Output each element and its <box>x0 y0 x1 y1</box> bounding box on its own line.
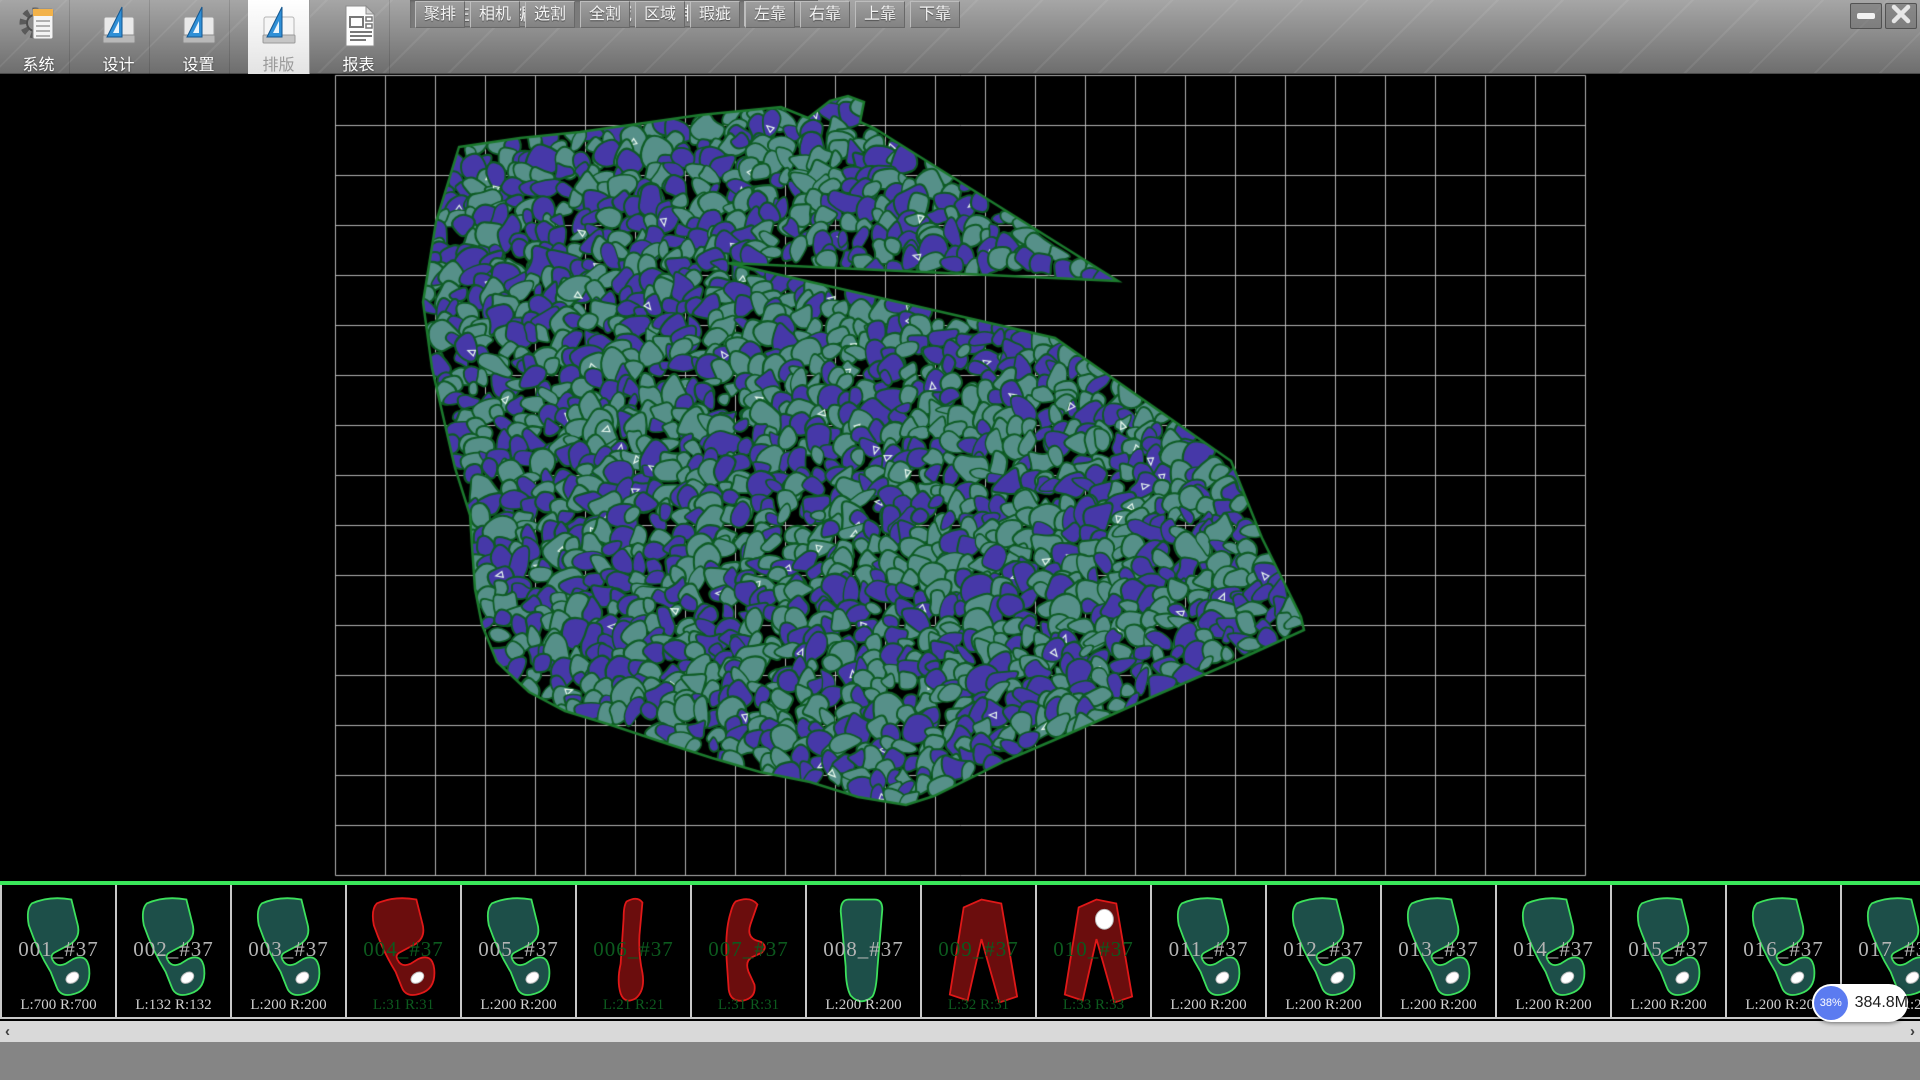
nesting-canvas[interactable] <box>0 74 1920 881</box>
tool-button-region[interactable]: 区域 <box>635 1 685 28</box>
memory-value-label: 384.8M <box>1855 994 1908 1012</box>
tool-button-align-left[interactable]: 左靠 <box>745 1 795 28</box>
piece-shape <box>1620 887 1719 1015</box>
thumbnail-cell[interactable]: 013_#37L:200 R:200 <box>1382 885 1497 1017</box>
tool-button-defect[interactable]: 瑕疵 <box>690 1 740 28</box>
piece-shape <box>470 887 569 1015</box>
piece-shape <box>930 887 1029 1015</box>
thumbnail-cell[interactable]: 007_#37L:31 R:31 <box>692 885 807 1017</box>
app-button-label: 排版 <box>262 51 294 75</box>
tool-button-align-bottom[interactable]: 下靠 <box>910 1 960 28</box>
tool-button-align-top[interactable]: 上靠 <box>855 1 905 28</box>
thumbnail-cell[interactable]: 012_#37L:200 R:200 <box>1267 885 1382 1017</box>
app-button-design[interactable]: 设计 <box>88 0 150 74</box>
thumbnail-cell[interactable]: 008_#37L:200 R:200 <box>807 885 922 1017</box>
thumbnail-cell[interactable]: 006_#37L:21 R:21 <box>577 885 692 1017</box>
piece-shape <box>1045 887 1144 1015</box>
piece-shape <box>585 887 684 1015</box>
thumbnail-cell[interactable]: 015_#37L:200 R:200 <box>1612 885 1727 1017</box>
piece-shape <box>1390 887 1489 1015</box>
thumbnail-cell[interactable]: 001_#37L:700 R:700 <box>2 885 117 1017</box>
thumbnail-cell[interactable]: 005_#37L:200 R:200 <box>462 885 577 1017</box>
toolbar: 系统 设计 设置 <box>0 0 1920 74</box>
app-button-layout[interactable]: 排版 <box>248 0 310 74</box>
app-button-report[interactable]: 报表 <box>328 0 390 74</box>
ruler-icon <box>259 3 299 49</box>
tool-button-camera[interactable]: 相机 <box>470 1 520 28</box>
scroll-left-arrow[interactable]: ‹ <box>0 1022 15 1042</box>
app-button-system[interactable]: 系统 <box>8 0 70 74</box>
piece-thumbnail-strip: 001_#37L:700 R:700002_#37L:132 R:132003_… <box>0 885 1920 1019</box>
app-button-settings[interactable]: 设置 <box>168 0 230 74</box>
ruler-icon <box>99 3 139 49</box>
app-button-label: 设置 <box>182 51 214 75</box>
cpu-percent-indicator: 38% <box>1814 986 1848 1020</box>
thumbnail-cell[interactable]: 009_#37L:32 R:31 <box>922 885 1037 1017</box>
thumbnail-cell[interactable]: 011_#37L:200 R:200 <box>1152 885 1267 1017</box>
piece-shape <box>355 887 454 1015</box>
app-button-label: 报表 <box>342 51 374 75</box>
piece-shape <box>240 887 339 1015</box>
minimize-button[interactable] <box>1850 3 1882 29</box>
thumbnail-cell[interactable]: 003_#37L:200 R:200 <box>232 885 347 1017</box>
tool-button-cluster[interactable]: 聚排 <box>415 1 465 28</box>
close-icon <box>1891 4 1911 29</box>
thumbnail-cell[interactable]: 004_#37L:31 R:31 <box>347 885 462 1017</box>
minimize-icon <box>1857 7 1875 25</box>
piece-shape <box>1160 887 1259 1015</box>
ruler-icon <box>179 3 219 49</box>
thumbnail-cell[interactable]: 014_#37L:200 R:200 <box>1497 885 1612 1017</box>
application-window: 系统 设计 设置 <box>0 0 1920 1080</box>
piece-shape <box>1275 887 1374 1015</box>
report-icon <box>339 3 379 49</box>
piece-shape <box>815 887 914 1015</box>
scroll-right-arrow[interactable]: › <box>1905 1022 1920 1042</box>
piece-shape <box>125 887 224 1015</box>
tool-button-select-cut[interactable]: 选割 <box>525 1 575 28</box>
thumbnail-cell[interactable]: 010_#37L:33 R:33 <box>1037 885 1152 1017</box>
piece-shape <box>10 887 109 1015</box>
tool-button-cut-all[interactable]: 全割 <box>580 1 630 28</box>
thumbnail-cell[interactable]: 002_#37L:132 R:132 <box>117 885 232 1017</box>
app-button-label: 设计 <box>102 51 134 75</box>
status-bar <box>0 1042 1920 1080</box>
piece-shape <box>700 887 799 1015</box>
memory-usage-badge[interactable]: 38% 384.8M <box>1812 984 1908 1022</box>
piece-shape <box>1505 887 1604 1015</box>
gear-icon <box>19 3 59 49</box>
horizontal-scrollbar[interactable]: ‹ › <box>0 1021 1920 1042</box>
close-button[interactable] <box>1885 3 1917 29</box>
tool-button-align-right[interactable]: 右靠 <box>800 1 850 28</box>
app-button-label: 系统 <box>22 51 54 75</box>
